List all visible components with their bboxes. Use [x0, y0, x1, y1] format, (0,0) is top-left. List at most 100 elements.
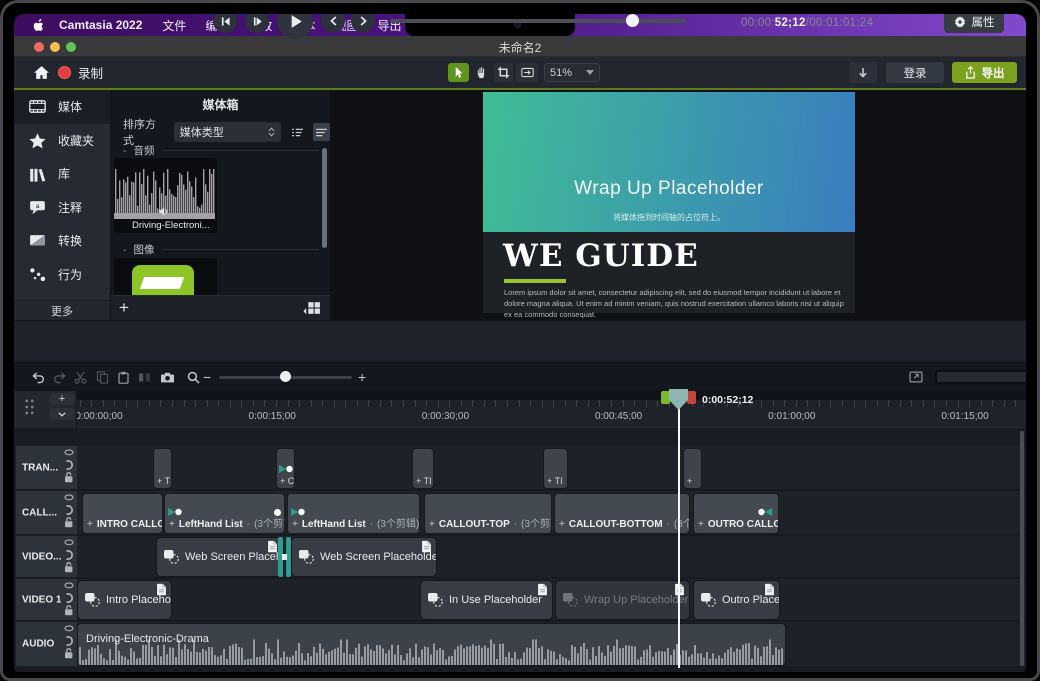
redo-button[interactable] [53, 371, 66, 384]
add-track-button[interactable]: + [50, 393, 74, 405]
view-ascending-button[interactable] [289, 123, 306, 141]
sidebar-item-2[interactable]: 库 [14, 157, 110, 191]
timeline-zoom-thumb[interactable] [280, 371, 291, 382]
lock-track-icon[interactable] [64, 604, 74, 613]
mute-track-icon[interactable] [64, 593, 74, 602]
transition-placeholder-clip[interactable]: + C [276, 448, 295, 489]
sidebar-item-1[interactable]: 收藏夹 [14, 124, 110, 158]
undo-button[interactable] [32, 371, 45, 384]
cut-button[interactable] [74, 371, 87, 384]
zoom-in-button[interactable]: + [358, 369, 366, 385]
scrubber-thumb[interactable] [626, 14, 639, 27]
callout-clip[interactable]: +INTRO CALLOUT [82, 493, 163, 534]
media-placeholder-clip[interactable]: Wrap Up Placeholder [555, 580, 690, 620]
dash: - [247, 519, 250, 530]
app-menu-title[interactable]: Camtasia 2022 [59, 18, 142, 32]
lock-track-icon[interactable] [64, 516, 74, 525]
export-button[interactable]: 导出 [952, 62, 1017, 83]
mute-track-icon[interactable] [64, 550, 74, 559]
paste-button[interactable] [117, 371, 130, 384]
transition-placeholder-clip[interactable]: + TI [543, 448, 568, 489]
record-button[interactable]: 录制 [58, 62, 103, 82]
media-bin-scrollbar[interactable] [322, 148, 327, 248]
callout-clip[interactable]: +CALLOUT-BOTTOM-(3个剪辑) [554, 493, 690, 534]
audio-section-header[interactable]: - 音频 [123, 143, 319, 158]
mute-track-icon[interactable] [64, 460, 74, 469]
collapse-tracks-button[interactable] [50, 408, 74, 420]
callout-clip[interactable]: +LeftHand List-(3个剪辑) [287, 493, 420, 534]
mute-track-icon[interactable] [64, 636, 74, 645]
callout-clip[interactable]: +CALLOUT-TOP-(3个剪辑) [424, 493, 552, 534]
disable-track-icon[interactable] [64, 582, 74, 591]
playhead-line[interactable] [678, 400, 680, 668]
crop-tool-button[interactable] [494, 63, 513, 82]
media-item-audio[interactable]: Driving-Electroni... [114, 158, 217, 233]
timeline-ruler[interactable]: 0:00:00;000:00:15;000:00:30;000:00:45;00… [77, 400, 1026, 428]
home-icon [33, 65, 50, 80]
transition-clip[interactable] [278, 537, 291, 577]
lock-track-icon[interactable] [64, 561, 74, 570]
track-header-audio[interactable]: AUDIO [16, 622, 77, 668]
transition-placeholder-clip[interactable]: + T [153, 448, 172, 489]
canvas-zoom-select[interactable]: 51% [544, 63, 600, 82]
transition-placeholder-clip[interactable]: + [683, 448, 702, 489]
sidebar-more-button[interactable]: 更多 [14, 300, 110, 320]
drag-handle-icon[interactable] [24, 398, 35, 415]
login-button[interactable]: 登录 [886, 62, 944, 83]
track-header-video1[interactable]: VIDEO 1 [16, 579, 77, 622]
apple-menu-icon[interactable] [33, 18, 45, 32]
sidebar-item-4[interactable]: 转换 [14, 224, 110, 258]
lock-track-icon[interactable] [64, 647, 74, 656]
sidebar-item-3[interactable]: a注释 [14, 191, 110, 225]
properties-button[interactable]: 属性 [944, 14, 1004, 33]
transition-placeholder-clip[interactable]: + TI [412, 448, 434, 489]
clip-count: (3个剪辑) [377, 515, 419, 530]
clip-label: + T [154, 476, 171, 486]
disable-track-icon[interactable] [64, 449, 74, 458]
grid-view-icon[interactable] [303, 301, 321, 315]
media-placeholder-clip[interactable]: Web Screen Placeholder [156, 537, 283, 577]
track-header-call[interactable]: CALL... [16, 491, 77, 536]
view-descending-button[interactable] [313, 123, 330, 141]
callout-clip[interactable]: +OUTRO CALLOUT [693, 493, 779, 534]
zoom-out-button[interactable]: − [203, 369, 211, 385]
pan-tool-button[interactable] [472, 63, 491, 82]
disable-track-icon[interactable] [64, 539, 74, 548]
ruler-tick [981, 400, 982, 407]
window-title-bar[interactable]: 未命名2 [14, 36, 1026, 57]
download-button[interactable] [849, 62, 877, 83]
add-media-button[interactable]: + [119, 298, 129, 318]
timeline-vscrollbar[interactable] [1020, 431, 1024, 666]
callout-clip[interactable]: +LeftHand List-(3个剪辑) [164, 493, 285, 534]
fit-tool-button[interactable] [516, 63, 538, 82]
home-button[interactable] [30, 62, 52, 82]
track-header-tran[interactable]: TRAN... [16, 446, 77, 491]
split-button[interactable] [138, 371, 151, 384]
ruler-tick [1004, 400, 1005, 407]
disable-track-icon[interactable] [64, 625, 74, 634]
media-item-image[interactable] [114, 258, 217, 295]
media-placeholder-clip[interactable]: In Use Placeholder [420, 580, 553, 620]
media-placeholder-clip[interactable]: Web Screen Placeholder [291, 537, 437, 577]
mute-track-icon[interactable] [64, 505, 74, 514]
detach-timeline-button[interactable] [909, 371, 923, 383]
copy-button[interactable] [96, 371, 109, 384]
disable-track-icon[interactable] [64, 494, 74, 503]
sort-by-select[interactable]: 媒体类型 [174, 122, 281, 142]
media-placeholder-clip[interactable]: Intro Placeholder [77, 580, 172, 620]
sidebar-item-media[interactable]: 媒体 [14, 90, 110, 124]
sidebar-item-5[interactable]: 行为 [14, 258, 110, 292]
camera-button[interactable] [160, 371, 175, 384]
login-label: 登录 [904, 65, 927, 81]
track-header-video[interactable]: VIDEO... [16, 536, 77, 579]
lock-track-icon[interactable] [64, 471, 74, 480]
media-placeholder-clip[interactable]: Outro Placeholder [693, 580, 780, 620]
timeline-hscrollbar[interactable] [935, 370, 1026, 384]
playhead-out-handle[interactable] [687, 391, 696, 404]
canvas[interactable]: Wrap Up Placeholder 将媒体拖到时间轴的占位符上。 WE GU… [483, 92, 855, 313]
playhead-in-handle[interactable] [661, 391, 670, 404]
menu-item[interactable]: 文件 [162, 17, 186, 34]
edit-tool-button[interactable] [448, 63, 469, 82]
scrubber-track[interactable] [390, 19, 686, 23]
image-section-header[interactable]: - 图像 [123, 242, 319, 257]
